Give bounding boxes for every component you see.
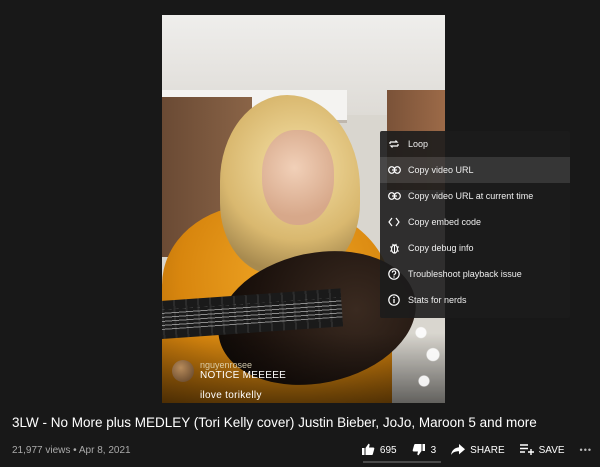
- menu-item-loop[interactable]: Loop: [380, 131, 570, 157]
- chat-text: ilove torikelly: [200, 390, 262, 401]
- share-icon: [451, 443, 466, 457]
- save-button[interactable]: SAVE: [519, 443, 565, 457]
- menu-item-label: Copy embed code: [408, 217, 482, 227]
- avatar: [172, 360, 194, 382]
- thumbs-down-icon: [412, 443, 426, 458]
- live-chat-overlay: nguyenrosee NOTICE MEEEEE ilove torikell…: [162, 360, 342, 403]
- menu-item-copy-debug-info[interactable]: Copy debug info: [380, 235, 570, 261]
- video-player[interactable]: nguyenrosee NOTICE MEEEEE ilove torikell…: [0, 0, 600, 403]
- more-actions-button[interactable]: •••: [579, 444, 592, 455]
- chat-username: nguyenrosee: [200, 360, 253, 370]
- menu-item-label: Copy video URL at current time: [408, 191, 534, 201]
- bug-icon: [380, 242, 408, 254]
- thumbs-up-icon: [361, 443, 375, 458]
- menu-item-label: Stats for nerds: [408, 295, 467, 305]
- like-button[interactable]: 695: [361, 443, 397, 458]
- chat-message: ilove torikelly: [162, 390, 342, 401]
- code-icon: [380, 217, 408, 227]
- menu-item-label: Copy video URL: [408, 165, 474, 175]
- video-title: 3LW - No More plus MEDLEY (Tori Kelly co…: [12, 415, 537, 430]
- menu-item-troubleshoot[interactable]: Troubleshoot playback issue: [380, 261, 570, 287]
- loop-icon: [380, 139, 408, 149]
- menu-item-copy-video-url[interactable]: Copy video URL: [380, 157, 570, 183]
- link-icon: [380, 166, 408, 174]
- share-button[interactable]: SHARE: [451, 443, 505, 457]
- like-ratio-bar: [363, 461, 441, 463]
- link-icon: [380, 192, 408, 200]
- player-context-menu: Loop Copy video URL Copy video URL at cu…: [380, 131, 570, 318]
- playlist-add-icon: [519, 443, 534, 457]
- heart-reactions-icon: [412, 315, 442, 403]
- menu-item-label: Loop: [408, 139, 429, 149]
- chat-message: nguyenrosee NOTICE MEEEEE: [162, 360, 342, 382]
- info-icon: [380, 294, 408, 306]
- menu-item-copy-video-url-at-time[interactable]: Copy video URL at current time: [380, 183, 570, 209]
- menu-item-label: Troubleshoot playback issue: [408, 269, 522, 279]
- chat-text: NOTICE MEEEEE: [200, 370, 287, 381]
- video-meta-row: 21,977 views • Apr 8, 2021 695 3 SHARE S…: [12, 440, 592, 460]
- menu-item-stats-for-nerds[interactable]: Stats for nerds: [380, 287, 570, 313]
- view-count-date: 21,977 views • Apr 8, 2021: [12, 444, 131, 456]
- share-label: SHARE: [470, 444, 505, 456]
- menu-item-copy-embed-code[interactable]: Copy embed code: [380, 209, 570, 235]
- like-count: 695: [379, 444, 397, 456]
- dislike-count: 3: [430, 444, 437, 456]
- chat-message-body: nguyenrosee NOTICE MEEEEE: [200, 360, 286, 381]
- dislike-button[interactable]: 3: [412, 443, 437, 458]
- question-icon: [380, 268, 408, 280]
- more-horizontal-icon: •••: [579, 444, 592, 455]
- video-actions: 695 3 SHARE SAVE •••: [361, 443, 592, 458]
- save-label: SAVE: [538, 444, 565, 456]
- scene-face: [262, 130, 334, 225]
- menu-item-label: Copy debug info: [408, 243, 474, 253]
